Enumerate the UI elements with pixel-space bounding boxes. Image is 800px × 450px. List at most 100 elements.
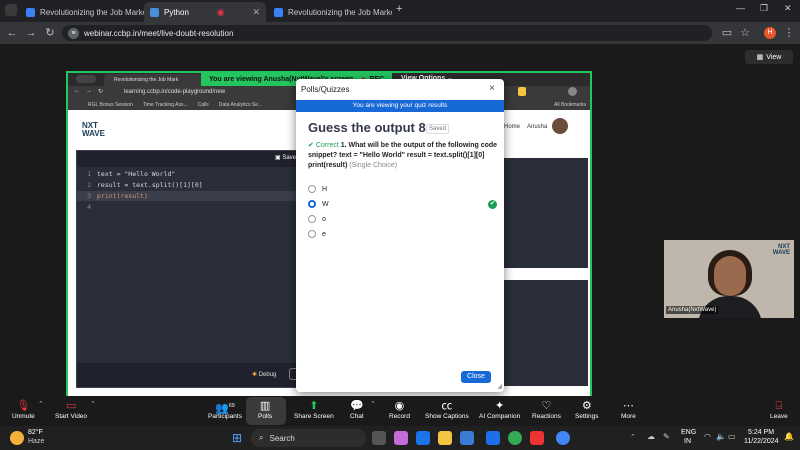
chrome-icon[interactable]: [508, 431, 522, 445]
save-icon: ▣: [275, 155, 281, 161]
home-link: Home: [504, 124, 521, 130]
view-button[interactable]: ▦ View: [745, 50, 793, 64]
share-screen-button[interactable]: ⬆ Share Screen: [294, 399, 334, 420]
reactions-label: Reactions: [532, 413, 561, 420]
settings-button[interactable]: ⚙ Settings: [575, 399, 599, 420]
unmute-button[interactable]: 🎙 Unmute: [12, 399, 35, 420]
resize-handle-icon[interactable]: ◢: [497, 383, 502, 390]
radio-button[interactable]: [308, 215, 316, 223]
chevron-up-icon[interactable]: ⌃: [370, 400, 376, 408]
settings-label: Settings: [575, 413, 599, 420]
maximize-icon[interactable]: ❐: [760, 3, 768, 14]
record-button[interactable]: ◉ Record: [389, 399, 410, 420]
wifi-icon[interactable]: ◠: [704, 432, 711, 441]
windows-start-icon[interactable]: ⊞: [232, 431, 246, 445]
browser-address-bar: ← → ↻ ≡ webinar.ccbp.in/meet/live-doubt-…: [0, 22, 800, 44]
browser-tab-bar: Revolutionizing the Job Marke ✕ Python ◉…: [0, 0, 800, 22]
url-field[interactable]: ≡ webinar.ccbp.in/meet/live-doubt-resolu…: [62, 25, 712, 41]
browser-tab-2[interactable]: Python ◉ ✕: [144, 2, 266, 22]
leave-icon: ⍈: [775, 400, 783, 412]
minimize-icon[interactable]: —: [736, 3, 745, 13]
edge-icon[interactable]: [416, 431, 430, 445]
option-label: e: [322, 230, 326, 238]
bookmark-item: Calls: [197, 101, 209, 108]
tab-title: Revolutionizing the Job Marke: [40, 7, 144, 17]
volume-icon[interactable]: 🔈: [716, 432, 726, 441]
participant-face: [714, 256, 746, 296]
captions-button[interactable]: ㏄ Show Captions: [425, 399, 469, 420]
outlook-icon[interactable]: [486, 431, 500, 445]
option-w[interactable]: W: [308, 198, 329, 210]
polls-icon: ▥: [259, 400, 271, 412]
polls-button[interactable]: ▥ Polls: [258, 399, 272, 420]
forward-arrow-icon[interactable]: →: [24, 26, 38, 40]
unmute-label: Unmute: [12, 413, 35, 420]
tab-search-icon[interactable]: [5, 4, 17, 16]
mic-muted-icon: 🎙: [16, 400, 31, 412]
editor-header: ▣ Save: [77, 151, 309, 167]
chevron-up-icon[interactable]: ⌃: [90, 400, 96, 408]
logo-bottom: WAVE: [82, 129, 105, 138]
tab-close-icon[interactable]: ✕: [248, 7, 260, 18]
view-label: View: [766, 53, 782, 61]
radio-button[interactable]: [308, 230, 316, 238]
participants-label: Participants: [208, 413, 242, 420]
battery-icon[interactable]: ▭: [728, 432, 736, 441]
modal-close-icon[interactable]: ×: [489, 83, 495, 94]
weather-icon[interactable]: [10, 431, 24, 445]
tab-title: Python: [164, 7, 189, 17]
bookmark-item: Data Analytics Se...: [218, 101, 263, 108]
menu-dots-icon[interactable]: ⋮: [782, 26, 796, 40]
bookmark-star-icon[interactable]: ☆: [738, 26, 752, 40]
browser-tab-1[interactable]: Revolutionizing the Job Marke ✕: [20, 2, 144, 22]
save-label: Save: [282, 155, 297, 161]
reload-icon[interactable]: ↻: [43, 26, 57, 40]
radio-button-selected[interactable]: [308, 200, 316, 208]
ai-companion-button[interactable]: ✦ AI Companion: [479, 399, 520, 420]
pen-icon[interactable]: ✎: [663, 432, 670, 441]
video-off-icon: ▭: [65, 400, 77, 412]
site-info-icon[interactable]: ≡: [68, 27, 79, 39]
cast-icon[interactable]: ▭: [720, 26, 734, 40]
new-tab-icon[interactable]: +: [396, 3, 402, 15]
tray-chevron-icon[interactable]: ⌃: [630, 433, 636, 441]
browser-tab-3[interactable]: Revolutionizing the Job Marke ✕: [268, 2, 392, 22]
user-avatar: [552, 118, 568, 134]
option-o[interactable]: o: [308, 213, 326, 225]
start-video-label: Start Video: [55, 413, 88, 420]
profile-avatar[interactable]: H: [764, 27, 776, 39]
leave-button[interactable]: ⍈ Leave: [770, 399, 788, 420]
start-video-button[interactable]: ▭ Start Video: [55, 399, 87, 420]
language-bottom: IN: [684, 438, 691, 445]
gear-icon: ⚙: [581, 400, 592, 412]
chrome-active-icon[interactable]: [556, 431, 570, 445]
close-window-icon[interactable]: ✕: [784, 3, 792, 14]
task-view-icon[interactable]: [372, 431, 386, 445]
participants-button[interactable]: 👥69 Participants: [208, 399, 242, 420]
code-text: print(result): [97, 192, 148, 200]
heart-icon: ♡: [541, 400, 552, 412]
shared-extension-icon: [518, 87, 526, 96]
chevron-up-icon[interactable]: ⌃: [38, 400, 44, 408]
notification-bell-icon[interactable]: 🔔: [784, 432, 794, 441]
option-e[interactable]: e: [308, 228, 326, 240]
chat-button[interactable]: 💬 Chat: [350, 399, 364, 420]
radio-button[interactable]: [308, 185, 316, 193]
store-icon[interactable]: [460, 431, 474, 445]
copilot-icon[interactable]: [394, 431, 408, 445]
shared-forward-icon: →: [86, 88, 92, 94]
participant-video[interactable]: NXT WAVE Anusha(NxtWave): [664, 240, 794, 318]
youtube-icon[interactable]: [530, 431, 544, 445]
cloud-icon[interactable]: ☁: [647, 432, 655, 441]
option-h[interactable]: H: [308, 183, 327, 195]
taskbar-search[interactable]: ⌕ Search: [251, 429, 366, 447]
language-top[interactable]: ENG: [681, 429, 696, 436]
clock-time[interactable]: 5:24 PM: [748, 429, 774, 436]
close-button[interactable]: Close: [461, 371, 491, 383]
nxtwave-logo: NXT WAVE: [82, 122, 105, 138]
more-button[interactable]: ⋯ More: [621, 399, 636, 420]
more-label: More: [621, 413, 636, 420]
reactions-button[interactable]: ♡ Reactions: [532, 399, 561, 420]
file-explorer-icon[interactable]: [438, 431, 452, 445]
back-arrow-icon[interactable]: ←: [5, 26, 19, 40]
